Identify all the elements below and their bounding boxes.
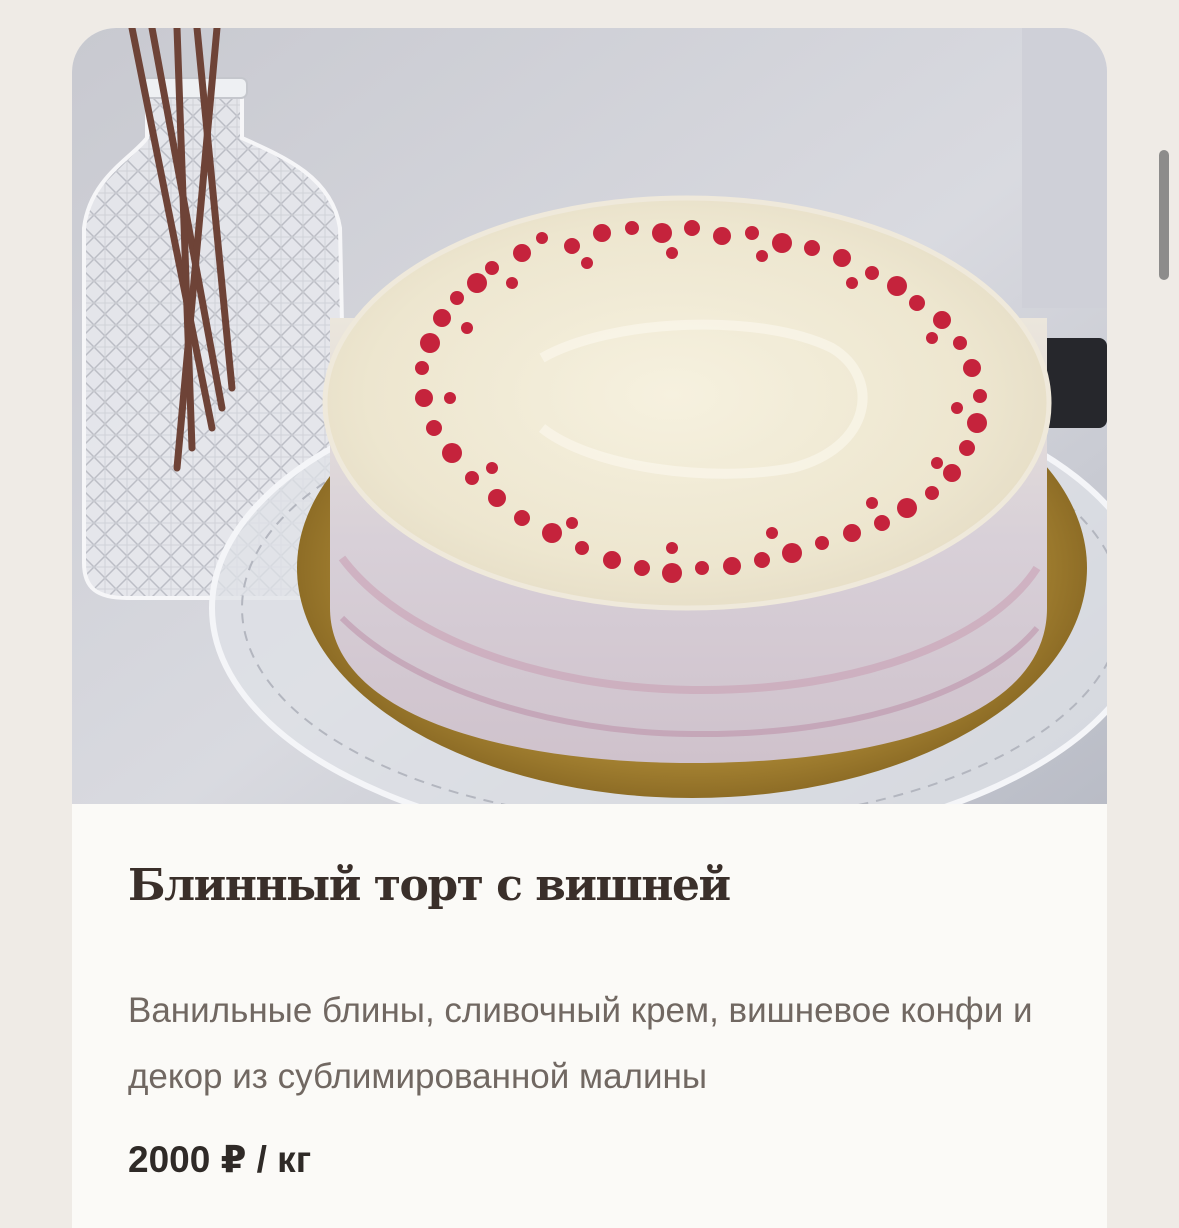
product-description: Ванильные блины, сливочный крем, вишнево… bbox=[128, 991, 1033, 1096]
product-price: 2000 ₽ / кг bbox=[128, 1139, 312, 1180]
product-photo bbox=[72, 28, 1107, 804]
product-card[interactable]: Блинный торт с вишней Ванильные блины, с… bbox=[72, 28, 1107, 1228]
scrollbar[interactable] bbox=[1159, 150, 1169, 280]
product-title: Блинный торт с вишней bbox=[128, 860, 731, 911]
